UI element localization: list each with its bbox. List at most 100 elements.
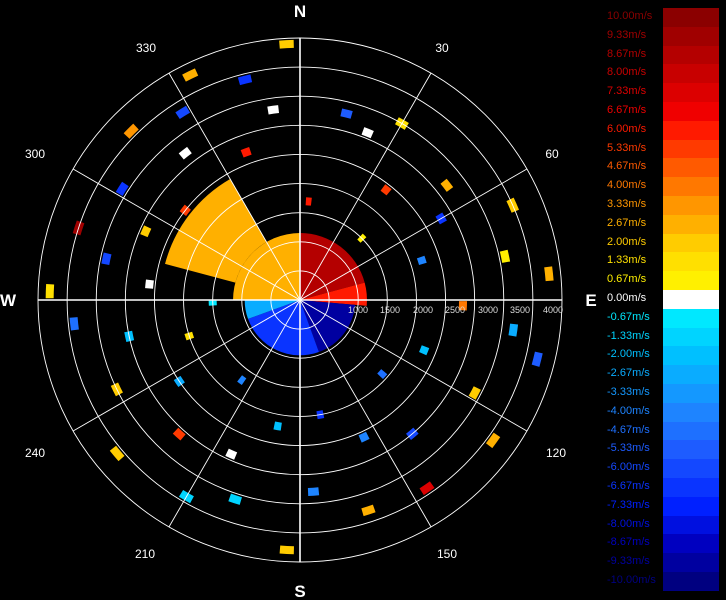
legend-row: -8.00m/s (604, 515, 722, 535)
gate-26 (273, 421, 282, 431)
range-label-1500: 1500 (380, 305, 400, 315)
legend-swatch (663, 252, 719, 272)
range-label-1000: 1000 (348, 305, 368, 315)
legend-row: -6.00m/s (604, 459, 722, 478)
legend-label: -9.33m/s (607, 555, 650, 568)
legend-swatch (663, 534, 719, 554)
legend-label: 4.67m/s (607, 160, 647, 173)
legend-row: 3.33m/s (604, 196, 722, 215)
gate-15 (419, 345, 430, 356)
gate-49 (182, 68, 199, 82)
legend-swatch (663, 421, 719, 441)
legend-swatch (663, 327, 719, 347)
gate-50 (240, 147, 252, 158)
azimuth-label-60: 60 (545, 147, 559, 161)
legend-swatch (663, 8, 719, 27)
legend-swatch (663, 440, 719, 460)
legend-row: -4.00m/s (604, 402, 722, 422)
gate-25 (279, 545, 294, 555)
gate-30 (237, 375, 247, 385)
legend-swatch (663, 402, 719, 422)
legend-label: 8.00m/s (607, 66, 647, 79)
gate-10 (499, 249, 511, 263)
legend-swatch (663, 83, 719, 102)
legend-swatch (663, 26, 719, 46)
legend-label: 2.00m/s (607, 235, 647, 248)
legend-row: -5.33m/s (604, 440, 722, 460)
legend-label: 2.67m/s (607, 216, 647, 229)
gate-11 (544, 266, 554, 282)
legend-row: 4.00m/s (604, 177, 722, 196)
compass-label-n: N (294, 2, 306, 21)
legend-row: -9.33m/s (604, 553, 722, 572)
legend-swatch (663, 365, 719, 384)
azimuth-label-150: 150 (437, 547, 457, 561)
legend-swatch (663, 139, 719, 159)
legend-label: -4.00m/s (607, 404, 650, 417)
legend-row: 1.33m/s (604, 252, 722, 272)
azimuth-label-330: 330 (136, 41, 156, 55)
legend-label: 9.33m/s (607, 28, 647, 41)
legend-label: -6.00m/s (607, 461, 650, 474)
legend-label: -8.00m/s (607, 517, 650, 530)
legend-label: -4.67m/s (607, 423, 650, 436)
legend-label: 8.67m/s (607, 47, 647, 60)
azimuth-label-210: 210 (135, 547, 155, 561)
legend-label: -0.67m/s (607, 310, 650, 323)
legend-row: 0.00m/s (604, 290, 722, 309)
legend-row: 4.67m/s (604, 158, 722, 178)
gate-51 (237, 74, 253, 86)
legend-label: 3.33m/s (607, 198, 647, 210)
gate-24 (307, 487, 320, 496)
range-label-3500: 3500 (510, 305, 530, 315)
gate-40 (145, 279, 154, 289)
legend-swatch (663, 384, 719, 403)
legend-row: 10.00m/s (604, 8, 722, 27)
gate-27 (228, 493, 242, 505)
legend-label: 6.00m/s (607, 122, 647, 135)
gate-41 (101, 252, 112, 265)
legend-swatch (663, 346, 719, 366)
legend-label: -10.00m/s (607, 574, 656, 586)
legend-row: -2.00m/s (604, 346, 722, 366)
range-label-4000: 4000 (543, 305, 563, 315)
legend-row: -4.67m/s (604, 421, 722, 441)
gate-28 (225, 448, 238, 460)
azimuth-label-120: 120 (546, 446, 566, 460)
legend-swatch (663, 177, 719, 196)
legend-swatch (663, 271, 719, 290)
legend-swatch (663, 572, 719, 591)
legend-label: 5.33m/s (607, 141, 647, 154)
gate-21 (358, 431, 370, 443)
legend-swatch (663, 515, 719, 535)
legend-row: -8.67m/s (604, 534, 722, 554)
gate-22 (361, 504, 376, 517)
legend-swatch (663, 478, 719, 497)
legend-swatch (663, 308, 719, 328)
legend-label: 0.00m/s (607, 292, 647, 304)
legend-row: -2.67m/s (604, 365, 722, 384)
legend-swatch (663, 120, 719, 140)
legend-swatch (663, 158, 719, 178)
gate-6 (440, 178, 454, 192)
legend-swatch (663, 496, 719, 516)
gate-48 (175, 105, 191, 120)
legend-label: -5.33m/s (607, 442, 650, 455)
legend-label: 10.00m/s (607, 10, 653, 22)
range-label-2500: 2500 (445, 305, 465, 315)
legend-row: 0.67m/s (604, 271, 722, 290)
legend-row: -7.33m/s (604, 496, 722, 516)
legend-label: 0.67m/s (607, 273, 647, 286)
legend-label: -6.67m/s (607, 480, 650, 492)
azimuth-label-30: 30 (435, 41, 449, 55)
gate-52 (267, 105, 280, 115)
legend-swatch (663, 214, 719, 234)
gate-14 (531, 351, 543, 367)
gate-20 (419, 481, 435, 496)
gate-32 (109, 445, 125, 462)
legend-row: -0.67m/s (604, 308, 722, 328)
legend-row: 8.00m/s (604, 64, 722, 84)
legend-label: 1.33m/s (607, 254, 647, 267)
legend-label: -2.00m/s (607, 348, 650, 361)
legend-row: -1.33m/s (604, 327, 722, 347)
